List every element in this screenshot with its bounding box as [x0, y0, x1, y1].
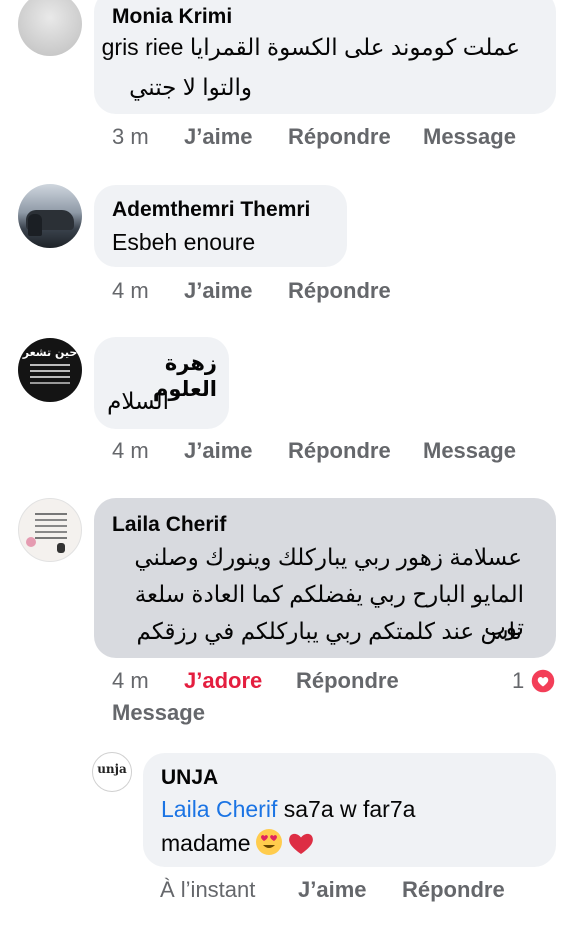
avatar-person-shape — [28, 214, 42, 236]
avatar-logo-text: unja — [97, 762, 127, 776]
reply-text-fragment: madame — [161, 830, 251, 856]
comment-text-line: عملت كوموند على الكسوة القمرايا gris rie… — [101, 34, 520, 60]
comment-text-line: السلام — [107, 388, 169, 414]
message-button[interactable]: Message — [423, 438, 516, 464]
comment-text-line: Esbeh enoure — [112, 229, 256, 255]
comment-actions: 4 m J’aime Répondre — [0, 278, 576, 308]
avatar-flower-pink — [26, 537, 36, 547]
reply-text-fragment: sa7a w far7a — [277, 796, 416, 822]
comment-text-line: والتوا لا جتني — [129, 74, 252, 100]
comment-actions: 4 m J’adore Répondre Message — [0, 668, 576, 730]
comment-timestamp[interactable]: 4 m — [112, 668, 149, 694]
comment-author-name[interactable]: Laila Cherif — [112, 512, 226, 538]
avatar-monia-krimi[interactable] — [18, 0, 82, 56]
comment-author-name[interactable]: Ademthemri Themri — [112, 197, 310, 223]
comment-timestamp[interactable]: 3 m — [112, 124, 149, 150]
comment-timestamp[interactable]: 4 m — [112, 438, 149, 464]
avatar-small-text-lines — [30, 364, 70, 366]
reply-button[interactable]: Répondre — [288, 438, 391, 464]
reply-timestamp[interactable]: À l’instant — [160, 877, 255, 903]
reply-text-line: Laila Cherif sa7a w far7a — [161, 793, 415, 826]
reply-actions: À l’instant J’aime Répondre — [0, 877, 576, 907]
message-button[interactable]: Message — [112, 700, 205, 726]
reply-author-name[interactable]: UNJA — [161, 765, 218, 791]
reaction-count: 1 — [512, 668, 525, 693]
love-reaction-icon — [530, 668, 556, 694]
avatar-flower-dark — [57, 543, 65, 553]
avatar-laila-cherif[interactable] — [18, 498, 82, 562]
like-button[interactable]: J’aime — [184, 124, 253, 150]
comment-text-line: ناس عند كلمتكم ربي يباركلكم في رزقكم — [136, 618, 522, 644]
comment-bubble-laila-cherif: Laila Cherif عسلامة زهور ربي يباركلك وين… — [94, 498, 556, 658]
comment-author-name[interactable]: Monia Krimi — [112, 4, 232, 30]
comment-timestamp[interactable]: 4 m — [112, 278, 149, 304]
reply-button[interactable]: Répondre — [288, 278, 391, 304]
reaction-summary[interactable]: 1 — [510, 668, 560, 696]
heart-eyes-emoji-icon — [255, 829, 282, 855]
reply-text-line: madame — [161, 827, 315, 860]
message-button[interactable]: Message — [423, 124, 516, 150]
reaction-button[interactable]: J’adore — [184, 668, 262, 694]
like-button[interactable]: J’aime — [184, 438, 253, 464]
red-heart-icon — [289, 833, 314, 854]
comment-bubble-monia-krimi: Monia Krimi عملت كوموند على الكسوة القمر… — [94, 0, 556, 114]
reply-button[interactable]: Répondre — [296, 668, 399, 694]
mention-link[interactable]: Laila Cherif — [161, 796, 277, 822]
comment-actions: 4 m J’aime Répondre Message — [0, 438, 576, 468]
comment-actions: 3 m J’aime Répondre Message — [0, 124, 576, 154]
like-button[interactable]: J’aime — [184, 278, 253, 304]
avatar-caption: حين تشعر — [22, 346, 78, 359]
reply-button[interactable]: Répondre — [288, 124, 391, 150]
comment-bubble-ademthemri-themri: Ademthemri Themri Esbeh enoure — [94, 185, 347, 267]
reply-bubble-unja: UNJA Laila Cherif sa7a w far7a madame — [143, 753, 556, 867]
reply-button[interactable]: Répondre — [402, 877, 505, 903]
comment-text-line: عسلامة زهور ربي يباركلك وينورك وصلني — [134, 544, 522, 570]
avatar-text-lines — [35, 513, 67, 515]
comment-bubble-zahrat-al-oloum: زهرة العلوم السلام — [94, 337, 229, 429]
avatar-unja[interactable]: unja — [92, 752, 132, 792]
avatar-ademthemri-themri[interactable] — [18, 184, 82, 248]
like-button[interactable]: J’aime — [298, 877, 367, 903]
